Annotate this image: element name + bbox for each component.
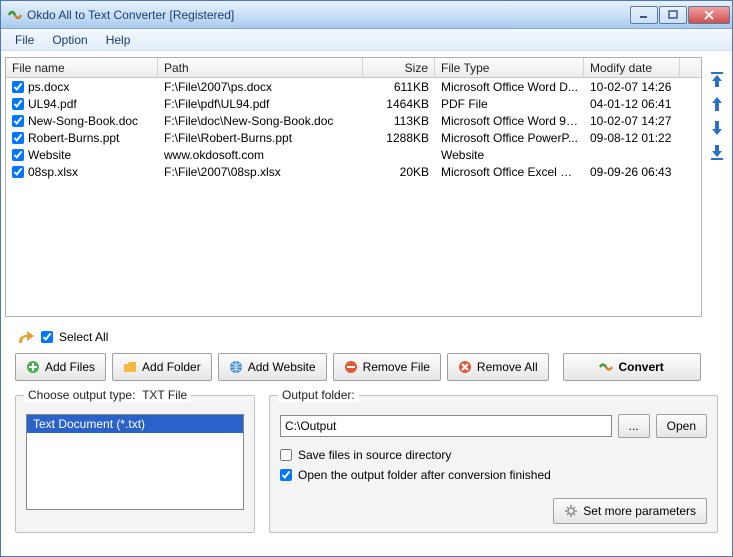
cell-path: F:\File\doc\New-Song-Book.doc: [158, 114, 363, 128]
output-folder-input[interactable]: [280, 415, 612, 437]
cell-date: 04-01-12 06:41: [584, 97, 680, 111]
move-up-button[interactable]: [708, 95, 726, 113]
add-files-button[interactable]: Add Files: [15, 353, 106, 381]
cell-path: F:\File\Robert-Burns.ppt: [158, 131, 363, 145]
window-title: Okdo All to Text Converter [Registered]: [27, 8, 630, 22]
cell-type: Microsoft Office Word D...: [435, 80, 584, 94]
save-in-source-checkbox[interactable]: [280, 449, 292, 461]
add-website-button[interactable]: Add Website: [218, 353, 327, 381]
add-folder-button[interactable]: Add Folder: [112, 353, 212, 381]
cell-name: 08sp.xlsx: [28, 165, 78, 179]
cell-name: ps.docx: [28, 80, 69, 94]
cell-path: www.okdosoft.com: [158, 148, 363, 162]
cell-name: Robert-Burns.ppt: [28, 131, 119, 145]
cell-date: 09-09-26 06:43: [584, 165, 680, 179]
convert-icon: [599, 360, 613, 374]
toolbar: Add Files Add Folder Add Website Remove …: [1, 353, 732, 391]
col-path[interactable]: Path: [158, 58, 363, 77]
browse-button[interactable]: ...: [618, 414, 650, 438]
remove-file-button[interactable]: Remove File: [333, 353, 441, 381]
list-item[interactable]: Text Document (*.txt): [27, 415, 243, 433]
cell-path: F:\File\2007\08sp.xlsx: [158, 165, 363, 179]
row-checkbox[interactable]: [12, 98, 24, 110]
cell-path: F:\File\pdf\UL94.pdf: [158, 97, 363, 111]
move-bottom-button[interactable]: [708, 143, 726, 161]
output-folder-label: Output folder:: [278, 388, 359, 402]
maximize-button[interactable]: [659, 6, 687, 24]
output-type-label: Choose output type: TXT File: [24, 388, 191, 402]
col-filename[interactable]: File name: [6, 58, 158, 77]
col-filetype[interactable]: File Type: [435, 58, 584, 77]
cell-type: Microsoft Office Excel W...: [435, 165, 584, 179]
app-icon: [7, 7, 23, 23]
close-button[interactable]: [688, 6, 730, 24]
table-header: File name Path Size File Type Modify dat…: [6, 58, 701, 78]
table-row[interactable]: New-Song-Book.doc F:\File\doc\New-Song-Bo…: [6, 112, 701, 129]
cell-size: 611KB: [363, 80, 435, 94]
menu-option[interactable]: Option: [44, 31, 95, 49]
select-all-checkbox[interactable]: [41, 331, 53, 343]
plus-icon: [26, 360, 40, 374]
select-all-row: Select All: [1, 323, 732, 353]
curved-arrow-icon: [17, 329, 35, 345]
table-row[interactable]: Robert-Burns.ppt F:\File\Robert-Burns.ppt…: [6, 129, 701, 146]
menu-help[interactable]: Help: [98, 31, 139, 49]
output-type-listbox[interactable]: Text Document (*.txt): [26, 414, 244, 510]
cell-name: UL94.pdf: [28, 97, 77, 111]
minimize-button[interactable]: [630, 6, 658, 24]
cell-size: 1288KB: [363, 131, 435, 145]
row-checkbox[interactable]: [12, 166, 24, 178]
cell-type: Microsoft Office Word 97...: [435, 114, 584, 128]
cell-size: 1464KB: [363, 97, 435, 111]
save-in-source-label: Save files in source directory: [298, 448, 451, 462]
move-down-button[interactable]: [708, 119, 726, 137]
cell-name: New-Song-Book.doc: [28, 114, 138, 128]
minus-icon: [344, 360, 358, 374]
cell-size: 113KB: [363, 114, 435, 128]
row-checkbox[interactable]: [12, 149, 24, 161]
cell-date: 10-02-07 14:26: [584, 80, 680, 94]
output-type-group: Choose output type: TXT File Text Docume…: [15, 395, 255, 533]
table-row[interactable]: ps.docx F:\File\2007\ps.docx611KBMicrosof…: [6, 78, 701, 95]
cell-name: Website: [28, 148, 71, 162]
cell-date: 09-08-12 01:22: [584, 131, 680, 145]
window-controls: [630, 6, 730, 24]
reorder-arrows: [706, 57, 728, 317]
table-row[interactable]: Website www.okdosoft.com Website: [6, 146, 701, 163]
menubar: File Option Help: [1, 29, 732, 51]
titlebar: Okdo All to Text Converter [Registered]: [1, 1, 732, 29]
folder-icon: [123, 360, 137, 374]
set-more-parameters-button[interactable]: Set more parameters: [553, 498, 707, 524]
col-size[interactable]: Size: [363, 58, 435, 77]
move-top-button[interactable]: [708, 71, 726, 89]
table-row[interactable]: 08sp.xlsx F:\File\2007\08sp.xlsx20KBMicro…: [6, 163, 701, 180]
table-row[interactable]: UL94.pdf F:\File\pdf\UL94.pdf1464KBPDF Fi…: [6, 95, 701, 112]
file-table: File name Path Size File Type Modify dat…: [5, 57, 702, 317]
open-after-label: Open the output folder after conversion …: [298, 468, 551, 482]
menu-file[interactable]: File: [7, 31, 42, 49]
row-checkbox[interactable]: [12, 115, 24, 127]
remove-all-button[interactable]: Remove All: [447, 353, 549, 381]
col-date[interactable]: Modify date: [584, 58, 680, 77]
row-checkbox[interactable]: [12, 132, 24, 144]
output-folder-group: Output folder: ... Open Save files in so…: [269, 395, 718, 533]
cell-path: F:\File\2007\ps.docx: [158, 80, 363, 94]
cell-date: 10-02-07 14:27: [584, 114, 680, 128]
row-checkbox[interactable]: [12, 81, 24, 93]
cell-size: 20KB: [363, 165, 435, 179]
open-after-checkbox[interactable]: [280, 469, 292, 481]
select-all-label: Select All: [59, 330, 108, 344]
globe-icon: [229, 360, 243, 374]
cell-type: Website: [435, 148, 584, 162]
open-folder-button[interactable]: Open: [656, 414, 707, 438]
x-icon: [458, 360, 472, 374]
cell-type: Microsoft Office PowerP...: [435, 131, 584, 145]
convert-button[interactable]: Convert: [563, 353, 701, 381]
gear-icon: [564, 504, 578, 518]
cell-type: PDF File: [435, 97, 584, 111]
